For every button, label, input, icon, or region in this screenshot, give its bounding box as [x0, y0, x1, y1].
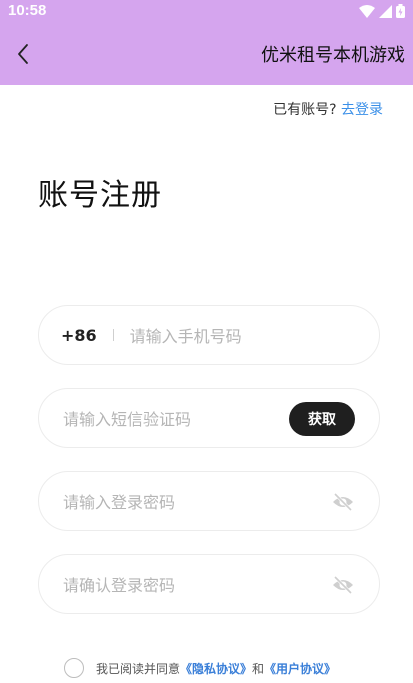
field-divider	[112, 329, 114, 341]
eye-off-icon[interactable]	[331, 573, 355, 597]
eye-off-icon[interactable]	[331, 490, 355, 514]
password-field[interactable]: 请输入登录密码	[38, 471, 380, 531]
back-button[interactable]	[10, 40, 36, 68]
get-code-button[interactable]: 获取	[289, 402, 355, 436]
battery-icon	[396, 4, 405, 18]
wifi-icon	[359, 4, 375, 18]
agreement-and-text: 和	[252, 661, 265, 676]
status-icons	[359, 4, 405, 18]
status-time: 10:58	[8, 2, 47, 19]
confirm-password-field[interactable]: 请确认登录密码	[38, 554, 380, 614]
login-prompt-row: 已有账号? 去登录	[273, 99, 383, 119]
status-bar: 10:58	[0, 0, 413, 22]
agreement-text: 我已阅读并同意	[96, 661, 181, 676]
user-agreement-link[interactable]: 《用户协议》	[264, 660, 336, 677]
login-prompt-text: 已有账号?	[273, 102, 337, 118]
privacy-policy-link[interactable]: 《隐私协议》	[180, 660, 252, 677]
signal-icon	[379, 4, 392, 18]
chevron-left-icon	[18, 44, 28, 64]
country-code[interactable]: +86	[61, 326, 97, 345]
password-input[interactable]: 请输入登录密码	[63, 489, 175, 513]
go-login-link[interactable]: 去登录	[341, 102, 383, 118]
confirm-password-input[interactable]: 请确认登录密码	[63, 572, 175, 596]
agreement-row: 我已阅读并同意 《隐私协议》 和 《用户协议》	[64, 658, 336, 678]
sms-code-field[interactable]: 请输入短信验证码 获取	[38, 388, 380, 448]
page-title: 账号注册	[38, 178, 162, 213]
app-bar-title: 优米租号本机游戏	[261, 45, 405, 66]
phone-input[interactable]: 请输入手机号码	[130, 323, 242, 347]
app-bar: 优米租号本机游戏	[0, 22, 413, 85]
phone-field[interactable]: +86 请输入手机号码	[38, 305, 380, 365]
agreement-checkbox[interactable]	[64, 658, 84, 678]
sms-code-input[interactable]: 请输入短信验证码	[63, 406, 191, 430]
